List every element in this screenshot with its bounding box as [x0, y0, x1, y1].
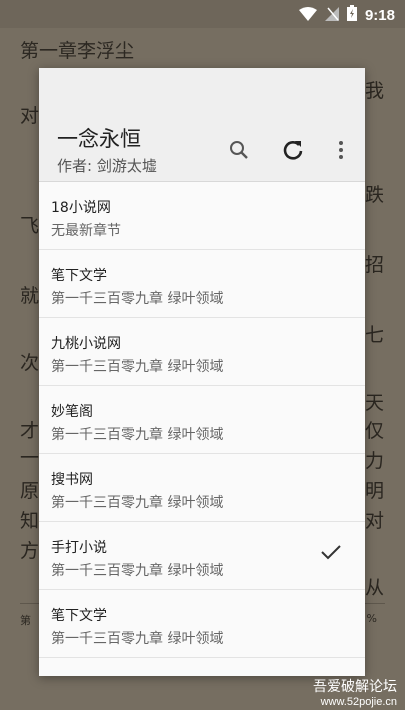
book-title: 一念永恒	[57, 127, 141, 151]
reader-text: 天	[365, 392, 385, 414]
source-list: 18小说网 无最新章节 笔下文学 第一千三百零九章 绿叶领域 九桃小说网 第一千…	[39, 182, 365, 676]
more-vert-icon	[339, 141, 343, 159]
reader-text: 一	[20, 447, 40, 469]
book-author: 作者: 剑游太墟	[57, 157, 157, 175]
source-latest-chapter: 第一千三百零九章 绿叶领域	[51, 359, 224, 375]
reader-text: 知	[20, 510, 40, 532]
reader-text: 七	[365, 324, 385, 346]
reader-text: 飞	[20, 215, 40, 237]
watermark-url: www.52pojie.cn	[320, 696, 397, 708]
status-bar: 9:18	[0, 0, 405, 28]
search-icon	[230, 141, 248, 159]
reader-text: 明	[365, 480, 385, 502]
reader-text: 次	[20, 352, 40, 374]
chapter-title: 第一章李浮尘	[20, 40, 135, 62]
source-latest-chapter: 第一千三百零九章 绿叶领域	[51, 563, 224, 579]
search-button[interactable]	[225, 136, 253, 164]
no-sim-icon	[324, 6, 339, 25]
reader-text: 招	[365, 254, 385, 276]
source-name: 搜书网	[51, 472, 93, 488]
source-latest-chapter: 第一千三百零九章 绿叶领域	[51, 291, 224, 307]
reader-footer-progress: %	[366, 612, 377, 625]
source-item[interactable]: 笔下文学 第一千三百零九章 绿叶领域	[39, 250, 365, 318]
source-latest-chapter: 第一千三百零九章 绿叶领域	[51, 631, 224, 647]
reader-text: 方	[20, 540, 40, 562]
reader-text: 仅	[365, 420, 385, 442]
reader-text: 跌	[365, 184, 385, 206]
source-item[interactable]: 笔下文学 第一千三百零九章 绿叶领域	[39, 590, 365, 658]
refresh-button[interactable]	[279, 136, 307, 164]
source-name: 妙笔阁	[51, 404, 93, 420]
watermark-title: 吾爱破解论坛	[313, 679, 397, 695]
refresh-icon	[283, 141, 303, 160]
reader-text: 原	[20, 480, 40, 502]
source-name: 手打小说	[51, 540, 107, 556]
source-item[interactable]: 18小说网 无最新章节	[39, 182, 365, 250]
reader-text: 就	[20, 285, 40, 307]
source-name: 18小说网	[51, 200, 111, 216]
source-latest-chapter: 第一千三百零九章 绿叶领域	[51, 427, 224, 443]
source-name: 笔下文学	[51, 608, 107, 624]
reader-text: 力	[365, 450, 385, 472]
source-item[interactable]: 妙笔阁 第一千三百零九章 绿叶领域	[39, 386, 365, 454]
reader-footer-chapter: 第	[20, 614, 31, 627]
dialog-header: 一念永恒 作者: 剑游太墟	[39, 68, 365, 182]
source-item-selected[interactable]: 手打小说 第一千三百零九章 绿叶领域	[39, 522, 365, 590]
source-latest-chapter: 无最新章节	[51, 223, 121, 239]
checkmark-icon	[321, 544, 341, 564]
source-latest-chapter: 第一千三百零九章 绿叶领域	[51, 495, 224, 511]
battery-icon	[346, 5, 357, 25]
source-item[interactable]: 九桃小说网 第一千三百零九章 绿叶领域	[39, 318, 365, 386]
source-name: 笔下文学	[51, 268, 107, 284]
reader-text: 我	[365, 80, 385, 102]
reader-text: 从	[365, 577, 385, 599]
source-name: 九桃小说网	[51, 336, 121, 352]
reader-text: 对	[20, 105, 40, 127]
more-options-button[interactable]	[327, 136, 355, 164]
status-time: 9:18	[364, 6, 395, 24]
change-source-dialog: 一念永恒 作者: 剑游太墟 18小说网 无最新章节 笔下文学 第一千三百零九章 …	[39, 68, 365, 676]
source-item[interactable]	[39, 658, 365, 676]
reader-text: 对	[365, 510, 385, 532]
wifi-icon	[298, 6, 317, 25]
source-item[interactable]: 搜书网 第一千三百零九章 绿叶领域	[39, 454, 365, 522]
reader-text: 才	[20, 420, 40, 442]
forum-watermark: 吾爱破解论坛 www.52pojie.cn	[313, 676, 397, 708]
